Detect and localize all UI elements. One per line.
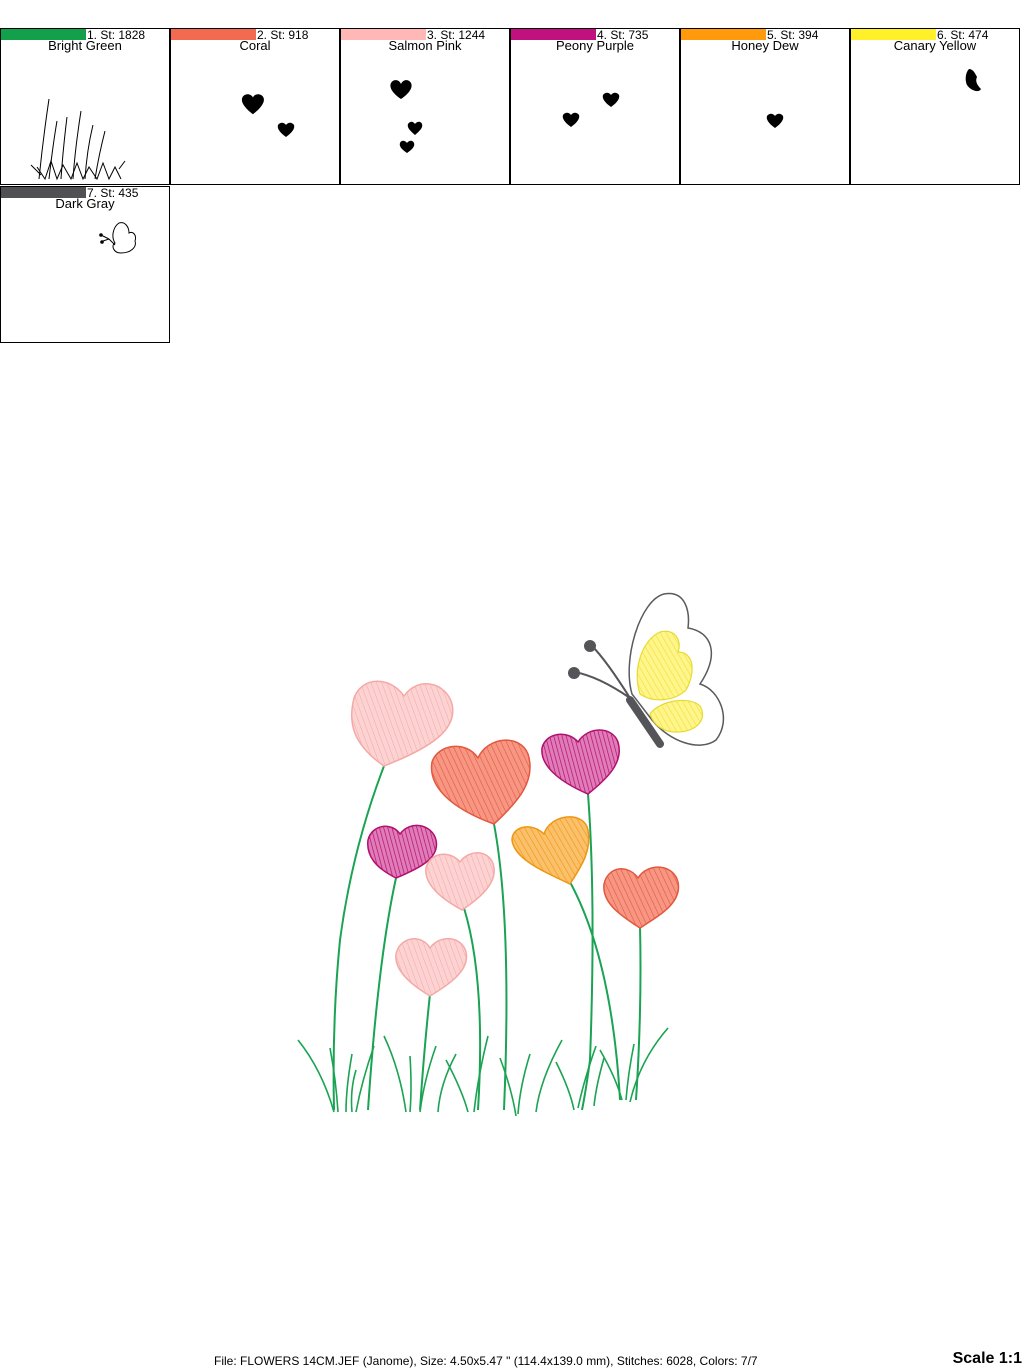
grass [297, 1027, 669, 1117]
scale-label: Scale 1:1 [952, 1350, 1022, 1367]
heart-salmon-mid [425, 852, 495, 911]
heart-flowers [350, 680, 680, 997]
file-info: File: FLOWERS 14CM.JEF (Janome), Size: 4… [214, 1354, 758, 1368]
embroidery-design-preview [297, 592, 725, 1117]
heart-orange [511, 816, 590, 885]
heart-salmon-small [395, 938, 468, 997]
butterfly-upper-wing [636, 630, 693, 701]
heart-coral-right [603, 866, 680, 929]
butterfly-antenna [573, 645, 631, 699]
heart-coral-large [430, 739, 531, 825]
butterfly [568, 592, 725, 748]
heart-purple-right [541, 729, 620, 795]
